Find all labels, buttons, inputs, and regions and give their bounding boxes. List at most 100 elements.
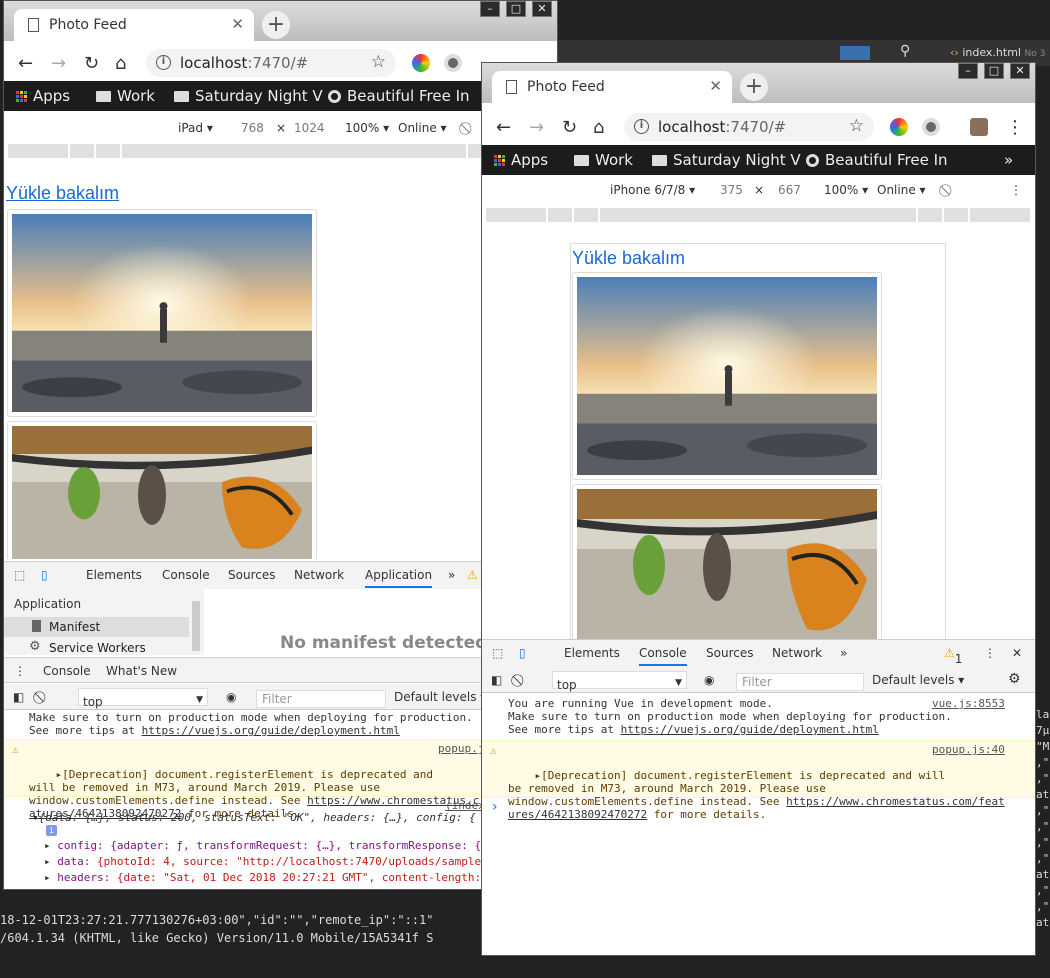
device-height[interactable]: 1024 [294, 121, 325, 135]
context-select[interactable]: top ▼ [78, 688, 208, 709]
settings-gear-icon[interactable]: ⚙ [1008, 671, 1021, 687]
tab-console[interactable]: Console [162, 568, 210, 582]
device-menu-icon[interactable]: ⋮ [1010, 183, 1022, 197]
sidebar-toggle-icon[interactable]: ◧ [491, 673, 502, 687]
reload-icon[interactable]: ↻ [562, 117, 577, 138]
close-tab-icon[interactable]: ✕ [231, 15, 244, 33]
close-tab-icon[interactable]: ✕ [709, 77, 722, 95]
eye-icon[interactable]: ◉ [704, 673, 714, 687]
network-select[interactable]: Online ▾ [398, 121, 447, 135]
star-icon[interactable]: ☆ [849, 116, 864, 136]
tab-network[interactable]: Network [772, 646, 822, 660]
zoom-select[interactable]: 100% ▾ [345, 121, 389, 135]
response-object[interactable]: ▾{data: {…}, status: 200, statusText: "O… [32, 811, 476, 824]
bookmark-beautiful-free[interactable]: Beautiful Free In [328, 87, 470, 105]
device-width[interactable]: 768 [241, 121, 264, 135]
device-select[interactable]: iPad ▾ [178, 121, 213, 135]
drawer-menu-icon[interactable]: ⋮ [14, 664, 26, 678]
network-select[interactable]: Online ▾ [877, 183, 926, 197]
console-prompt[interactable]: › [492, 799, 498, 815]
more-bookmarks-icon[interactable]: » [1004, 151, 1013, 169]
browser-tab[interactable]: Photo Feed ✕ [492, 71, 732, 103]
back-icon[interactable]: ← [18, 53, 33, 74]
minimize-button[interactable]: – [480, 1, 500, 17]
info-icon[interactable]: i [634, 119, 649, 134]
sidebar-item-service-workers[interactable]: ⚙ Service Workers [4, 639, 189, 657]
source-link[interactable]: popup.j [438, 742, 484, 755]
tab-sources[interactable]: Sources [228, 568, 275, 582]
property-config[interactable]: ▸ config: {adapter: ƒ, transformRequest:… [44, 839, 488, 852]
property-data[interactable]: ▸ data: {photoId: 4, source: "http://loc… [44, 855, 488, 868]
tab-sources[interactable]: Sources [706, 646, 753, 660]
bookmark-work[interactable]: Work [574, 151, 633, 169]
more-tabs-icon[interactable]: » [448, 568, 455, 582]
menu-icon[interactable]: ⋮ [1006, 117, 1024, 138]
zoom-select[interactable]: 100% ▾ [824, 183, 868, 197]
tab-network[interactable]: Network [294, 568, 344, 582]
close-window-button[interactable]: ✕ [532, 1, 552, 17]
extension-icon[interactable] [412, 54, 430, 72]
device-select[interactable]: iPhone 6/7/8 ▾ [610, 183, 695, 197]
inspect-icon[interactable]: ⬚ [492, 646, 503, 660]
reload-icon[interactable]: ↻ [84, 53, 99, 74]
bookmark-saturday-night[interactable]: Saturday Night V [174, 87, 323, 105]
bookmark-apps[interactable]: Apps [494, 151, 548, 169]
console-filter-input[interactable]: Filter [736, 673, 864, 691]
bookmark-work[interactable]: Work [96, 87, 155, 105]
minimize-button[interactable]: – [958, 63, 978, 79]
maximize-button[interactable]: □ [506, 1, 526, 17]
devtools-menu-icon[interactable]: ⋮ [984, 646, 996, 660]
console-filter-input[interactable]: Filter [256, 690, 386, 708]
editor-tab[interactable]: ‹› index.html No 3 [950, 46, 1045, 59]
bookmark-apps[interactable]: Apps [16, 87, 70, 105]
address-bar[interactable]: i localhost:7470/# ☆ [146, 49, 396, 77]
device-toggle-icon[interactable]: ▯ [519, 646, 526, 660]
avatar[interactable] [970, 118, 988, 136]
home-icon[interactable]: ⌂ [593, 117, 604, 138]
eye-icon[interactable]: ◉ [226, 690, 236, 704]
forward-icon[interactable]: → [51, 53, 66, 74]
maximize-button[interactable]: □ [984, 63, 1004, 79]
new-tab-button[interactable]: + [262, 11, 290, 39]
media-query-ruler[interactable] [482, 206, 1035, 222]
levels-select[interactable]: Default levels ▾ [872, 673, 964, 687]
bookmark-beautiful-free[interactable]: Beautiful Free In [806, 151, 948, 169]
media-query-ruler[interactable] [4, 142, 557, 158]
context-select[interactable]: top ▼ [552, 671, 687, 692]
sidebar-toggle-icon[interactable]: ◧ [13, 690, 24, 704]
drawer-tab-console[interactable]: Console [43, 664, 91, 678]
device-toggle-icon[interactable]: ▯ [41, 568, 48, 582]
upload-link[interactable]: Yükle bakalım [6, 183, 119, 204]
sidebar-item-manifest[interactable]: Manifest [4, 617, 189, 637]
extension-icon[interactable] [922, 118, 940, 136]
property-headers[interactable]: ▸ headers: {date: "Sat, 01 Dec 2018 20:2… [44, 871, 481, 884]
close-window-button[interactable]: ✕ [1010, 63, 1030, 79]
address-bar[interactable]: i localhost:7470/# ☆ [624, 113, 874, 141]
forward-icon[interactable]: → [529, 117, 544, 138]
star-icon[interactable]: ☆ [371, 52, 386, 72]
search-icon[interactable]: ⚲ [900, 43, 910, 59]
new-tab-button[interactable]: + [740, 73, 768, 101]
drawer-tab-whats-new[interactable]: What's New [106, 664, 177, 678]
tab-elements[interactable]: Elements [86, 568, 142, 582]
scrollbar[interactable] [192, 601, 200, 651]
home-icon[interactable]: ⌂ [115, 53, 126, 74]
source-link[interactable]: vue.js:8553 [932, 697, 1005, 710]
device-width[interactable]: 375 [720, 183, 743, 197]
info-icon[interactable]: i [156, 55, 171, 70]
bookmark-saturday-night[interactable]: Saturday Night V [652, 151, 801, 169]
tab-application[interactable]: Application [365, 568, 433, 588]
warning-count[interactable]: ⚠ 1 [944, 646, 962, 666]
tab-console[interactable]: Console [639, 646, 687, 666]
more-tabs-icon[interactable]: » [840, 646, 847, 660]
inspect-icon[interactable]: ⬚ [14, 568, 25, 582]
close-devtools-icon[interactable]: ✕ [1012, 646, 1022, 660]
browser-tab[interactable]: Photo Feed ✕ [14, 9, 254, 41]
extension-icon[interactable] [890, 118, 908, 136]
tab-elements[interactable]: Elements [564, 646, 620, 660]
extension-icon[interactable] [444, 54, 462, 72]
source-link[interactable]: popup.js:40 [932, 743, 1005, 756]
back-icon[interactable]: ← [496, 117, 511, 138]
upload-link[interactable]: Yükle bakalım [572, 248, 685, 269]
levels-select[interactable]: Default levels ▾ [394, 690, 486, 704]
